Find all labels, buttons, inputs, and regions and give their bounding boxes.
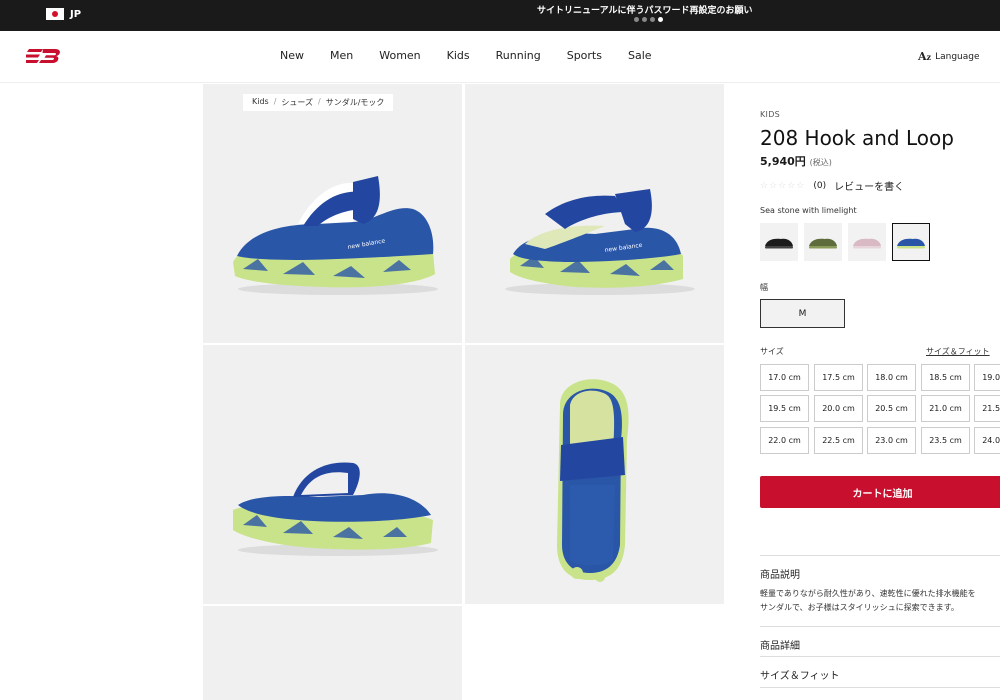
nav-item-running[interactable]: Running xyxy=(496,49,541,62)
product-image-more[interactable] xyxy=(203,606,462,700)
carousel-dot-active[interactable] xyxy=(658,17,663,22)
swatch-blue[interactable] xyxy=(892,223,930,261)
size-option[interactable]: 22.0 cm xyxy=(760,427,809,454)
details-title: 商品詳細 xyxy=(760,641,800,652)
size-guide-link[interactable]: サイズ＆フィット xyxy=(926,346,990,357)
region-selector[interactable]: JP xyxy=(46,8,81,20)
swatch-black[interactable] xyxy=(760,223,798,261)
nav-item-new[interactable]: New xyxy=(280,49,304,62)
product-image-top[interactable] xyxy=(465,345,724,604)
carousel-dot[interactable] xyxy=(642,17,647,22)
product-info: KIDS 208 Hook and Loop 5,940円 (税込) ☆☆☆☆☆… xyxy=(760,84,1000,700)
product-category: KIDS xyxy=(760,110,781,119)
region-code: JP xyxy=(70,8,82,20)
announcement-bar: JP サイトリニューアルに伴うパスワード再設定のお願い xyxy=(0,0,1000,31)
size-option[interactable]: 20.0 cm xyxy=(814,395,863,422)
fit-title: サイズ＆フィット xyxy=(760,671,840,682)
shoe-medial-image xyxy=(233,462,438,556)
breadcrumb-sandals[interactable]: サンダル/モック xyxy=(326,97,385,108)
description-line: サンダルで、お子様はスタイリッシュに探索できます。 xyxy=(760,603,959,612)
size-label: サイズ xyxy=(760,347,784,356)
size-option[interactable]: 18.0 cm xyxy=(867,364,916,391)
breadcrumb-separator: / xyxy=(273,97,277,106)
product-image-angle[interactable]: new balance xyxy=(465,84,724,343)
size-option[interactable]: 19.0 cm xyxy=(974,364,1000,391)
nav-menu: New Men Women Kids Running Sports Sale xyxy=(280,49,678,62)
section-divider xyxy=(760,687,1000,689)
japan-flag-icon xyxy=(46,8,64,20)
language-label: Language xyxy=(935,51,980,62)
new-balance-logo[interactable] xyxy=(26,46,62,66)
carousel-dots xyxy=(634,17,663,22)
nav-item-kids[interactable]: Kids xyxy=(447,49,470,62)
size-option[interactable]: 17.5 cm xyxy=(814,364,863,391)
product-title: 208 Hook and Loop xyxy=(760,126,954,150)
breadcrumb-shoes[interactable]: シューズ xyxy=(281,97,313,108)
rating-row: ☆☆☆☆☆ (0) レビューを書く xyxy=(760,178,904,194)
breadcrumb-kids[interactable]: Kids xyxy=(252,97,269,108)
shoe-angle-image: new balance xyxy=(505,189,695,295)
size-option[interactable]: 22.5 cm xyxy=(814,427,863,454)
shoe-thumbnail-pink xyxy=(853,238,881,249)
product-image-side[interactable]: new balance Kids / シューズ / サンダル/モック xyxy=(203,84,462,343)
shoe-thumbnail-olive xyxy=(809,238,837,249)
shoe-top-image xyxy=(557,379,629,582)
rating-stars-icon: ☆☆☆☆☆ xyxy=(760,180,806,191)
size-option[interactable]: 20.5 cm xyxy=(867,395,916,422)
add-to-cart-button[interactable]: カートに追加 xyxy=(760,476,1000,508)
fit-section[interactable]: サイズ＆フィット xyxy=(760,656,1000,686)
write-review-link[interactable]: レビューを書く xyxy=(834,178,904,193)
size-option[interactable]: 21.0 cm xyxy=(921,395,970,422)
price-value: 5,940円 xyxy=(760,155,806,168)
swatch-olive[interactable] xyxy=(804,223,842,261)
breadcrumb: Kids / シューズ / サンダル/モック xyxy=(243,94,394,111)
shoe-thumbnail-black xyxy=(765,238,793,249)
product-gallery: new balance Kids / シューズ / サンダル/モック new b… xyxy=(203,84,724,700)
breadcrumb-separator: / xyxy=(318,97,321,106)
tax-note: (税込) xyxy=(809,158,832,167)
shoe-side-image: new balance xyxy=(233,176,438,295)
color-swatches xyxy=(760,223,930,261)
color-name: Sea stone with limelight xyxy=(760,206,857,215)
nav-item-sports[interactable]: Sports xyxy=(567,49,602,62)
width-option-m[interactable]: M xyxy=(760,299,845,328)
language-selector[interactable]: Az Language xyxy=(918,50,980,63)
size-option[interactable]: 21.5 cm xyxy=(974,395,1000,422)
description-title: 商品説明 xyxy=(760,570,800,581)
details-section[interactable]: 商品詳細 xyxy=(760,626,1000,656)
description-line: 軽量でありながら耐久性があり、速乾性に優れた排水機能を xyxy=(760,589,976,598)
swatch-pink[interactable] xyxy=(848,223,886,261)
description-text: 軽量でありながら耐久性があり、速乾性に優れた排水機能を サンダルで、お子様はスタ… xyxy=(760,587,976,615)
shoe-thumbnail-blue xyxy=(897,238,925,249)
nav-item-women[interactable]: Women xyxy=(379,49,420,62)
size-header: サイズ サイズ＆フィット xyxy=(760,346,1000,357)
nav-item-men[interactable]: Men xyxy=(330,49,353,62)
size-option[interactable]: 18.5 cm xyxy=(921,364,970,391)
size-option[interactable]: 23.5 cm xyxy=(921,427,970,454)
width-label: 幅 xyxy=(760,283,768,292)
size-option[interactable]: 23.0 cm xyxy=(867,427,916,454)
product-price: 5,940円 (税込) xyxy=(760,153,832,169)
size-option[interactable]: 17.0 cm xyxy=(760,364,809,391)
size-option[interactable]: 24.0 cm xyxy=(974,427,1000,454)
carousel-dot[interactable] xyxy=(650,17,655,22)
review-count: (0) xyxy=(813,180,827,191)
product-image-medial[interactable] xyxy=(203,345,462,604)
main-navigation: New Men Women Kids Running Sports Sale A… xyxy=(0,31,1000,83)
size-option[interactable]: 19.5 cm xyxy=(760,395,809,422)
nav-item-sale[interactable]: Sale xyxy=(628,49,652,62)
announcement-text[interactable]: サイトリニューアルに伴うパスワード再設定のお願い xyxy=(537,3,753,16)
carousel-dot[interactable] xyxy=(634,17,639,22)
translate-icon: Az xyxy=(918,50,932,63)
